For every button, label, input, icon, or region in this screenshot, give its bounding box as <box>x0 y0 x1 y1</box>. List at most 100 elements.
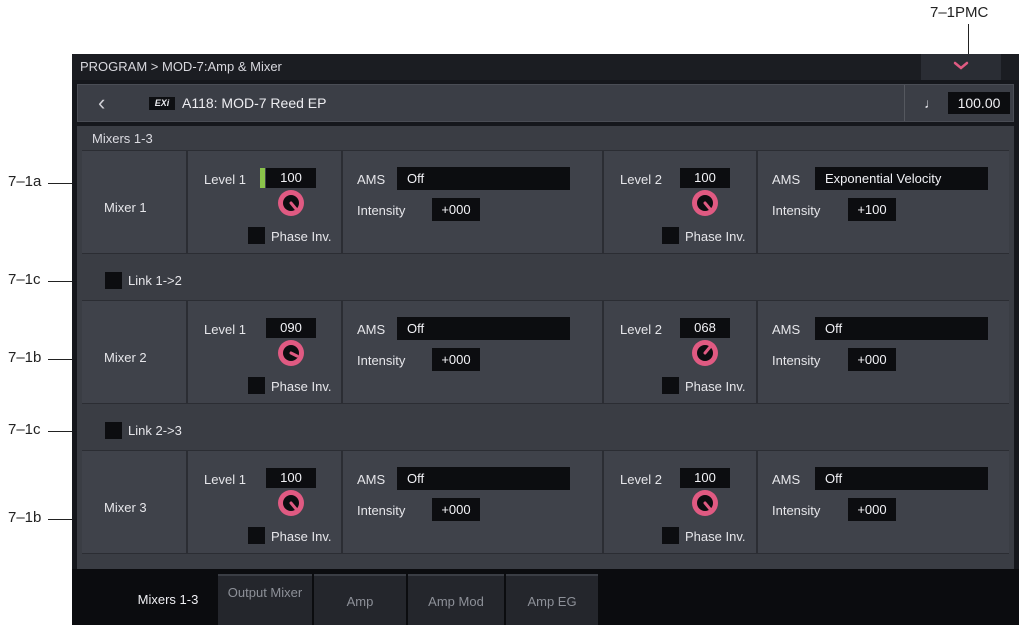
program-name[interactable]: A118: MOD-7 Reed EP <box>182 95 326 111</box>
level2-label: Level 2 <box>620 172 662 187</box>
callout-mixer2: 7–1b <box>8 349 42 366</box>
mixer-label: Mixer 3 <box>104 500 147 515</box>
panel-title: Mixers 1-3 <box>92 131 153 146</box>
ams2-select[interactable]: Off <box>815 467 988 490</box>
phase-inv-label: Phase Inv. <box>271 229 332 244</box>
divider <box>602 301 604 403</box>
mixer-row: Mixer 1 Level 1 100 Phase Inv. AMS Off I… <box>82 150 1009 254</box>
intensity1-value[interactable]: +000 <box>432 198 480 221</box>
program-bar: ‹ EXi A118: MOD-7 Reed EP ♩ 100.00 <box>77 84 1014 122</box>
divider <box>602 451 604 553</box>
tab-mixers-1-3[interactable]: Mixers 1-3 <box>120 574 216 625</box>
ams2-select[interactable]: Exponential Velocity <box>815 167 988 190</box>
intensity1-value[interactable]: +000 <box>432 348 480 371</box>
tab-label: Amp EG <box>527 594 577 609</box>
level1-knob[interactable] <box>276 488 306 518</box>
intensity-label: Intensity <box>772 503 821 518</box>
intensity-label: Intensity <box>357 503 406 518</box>
intensity2-value[interactable]: +100 <box>848 198 896 221</box>
title-bar: PROGRAM > MOD-7:Amp & Mixer <box>72 54 1019 80</box>
quarter-note-icon: ♩ <box>924 95 938 111</box>
link-label: Link 1->2 <box>128 273 182 288</box>
level1-label: Level 1 <box>204 172 246 187</box>
tab-amp-mod[interactable]: Amp Mod <box>408 574 504 625</box>
level2-knob[interactable] <box>690 488 720 518</box>
ams1-select[interactable]: Off <box>397 317 570 340</box>
link-checkbox[interactable] <box>105 272 122 289</box>
ams-label: AMS <box>357 472 386 487</box>
phase-inv-label: Phase Inv. <box>271 529 332 544</box>
phase-inv-checkbox[interactable] <box>662 527 679 544</box>
phase-inv-checkbox[interactable] <box>248 227 265 244</box>
page-title: PROGRAM > MOD-7:Amp & Mixer <box>80 59 282 74</box>
intensity1-value[interactable]: +000 <box>432 498 480 521</box>
mixer-row: Mixer 2 Level 1 090 Phase Inv. AMS Off I… <box>82 300 1009 404</box>
level1-label: Level 1 <box>204 472 246 487</box>
tab-label: Amp Mod <box>428 594 484 609</box>
callout-mixer3: 7–1b <box>8 509 42 526</box>
level1-knob[interactable] <box>276 188 306 218</box>
intensity2-value[interactable]: +000 <box>848 498 896 521</box>
ams1-select[interactable]: Off <box>397 467 570 490</box>
level1-knob[interactable] <box>276 338 306 368</box>
divider <box>341 151 343 253</box>
callout-mixer1: 7–1a <box>8 173 42 190</box>
mixers-panel: Mixers 1-3 Mixer 1 Level 1 100 Phase Inv… <box>77 126 1014 569</box>
tab-output-mixer[interactable]: Output Mixer <box>218 574 312 625</box>
tab-amp-eg[interactable]: Amp EG <box>506 574 598 625</box>
phase-inv-checkbox[interactable] <box>662 377 679 394</box>
level2-value[interactable]: 100 <box>680 168 730 188</box>
level1-label: Level 1 <box>204 322 246 337</box>
level2-knob[interactable] <box>690 188 720 218</box>
level2-label: Level 2 <box>620 322 662 337</box>
level2-value[interactable]: 100 <box>680 468 730 488</box>
phase-inv-label: Phase Inv. <box>685 379 746 394</box>
level2-label: Level 2 <box>620 472 662 487</box>
intensity-label: Intensity <box>357 353 406 368</box>
intensity2-value[interactable]: +000 <box>848 348 896 371</box>
tab-label: Output Mixer <box>227 585 303 600</box>
link-checkbox[interactable] <box>105 422 122 439</box>
tab-label: Amp <box>346 594 374 609</box>
page-menu-button[interactable] <box>921 54 1001 80</box>
ams-label: AMS <box>357 322 386 337</box>
link-row: Link 2->3 <box>82 416 1009 444</box>
divider <box>186 151 188 253</box>
callout-pmc: 7–1PMC <box>930 4 989 21</box>
phase-inv-label: Phase Inv. <box>685 229 746 244</box>
level1-value[interactable]: 090 <box>266 318 316 338</box>
link-label: Link 2->3 <box>128 423 182 438</box>
level1-value[interactable]: 100 <box>266 168 316 188</box>
ams-label: AMS <box>772 472 801 487</box>
phase-inv-checkbox[interactable] <box>248 527 265 544</box>
ams2-select[interactable]: Off <box>815 317 988 340</box>
link-row: Link 1->2 <box>82 266 1009 294</box>
divider <box>756 451 758 553</box>
callout-link2: 7–1c <box>8 421 41 438</box>
synth-screen: PROGRAM > MOD-7:Amp & Mixer ‹ EXi A118: … <box>72 54 1019 625</box>
back-arrow-icon[interactable]: ‹ <box>98 91 105 115</box>
phase-inv-label: Phase Inv. <box>685 529 746 544</box>
phase-inv-checkbox[interactable] <box>662 227 679 244</box>
mixer-label: Mixer 1 <box>104 200 147 215</box>
mixer-row: Mixer 3 Level 1 100 Phase Inv. AMS Off I… <box>82 450 1009 554</box>
tab-label: Mixers 1-3 <box>137 592 199 607</box>
tab-bar: Mixers 1-3 Output Mixer Amp Amp Mod Amp … <box>72 569 1019 625</box>
mixer-label: Mixer 2 <box>104 350 147 365</box>
tempo-field[interactable]: 100.00 <box>948 92 1010 114</box>
divider <box>341 301 343 403</box>
ams-label: AMS <box>772 322 801 337</box>
ams1-select[interactable]: Off <box>397 167 570 190</box>
divider <box>186 301 188 403</box>
phase-inv-label: Phase Inv. <box>271 379 332 394</box>
level1-value[interactable]: 100 <box>266 468 316 488</box>
divider <box>756 301 758 403</box>
phase-inv-checkbox[interactable] <box>248 377 265 394</box>
level2-knob[interactable] <box>690 338 720 368</box>
intensity-label: Intensity <box>772 353 821 368</box>
intensity-label: Intensity <box>357 203 406 218</box>
tab-amp[interactable]: Amp <box>314 574 406 625</box>
exi-badge: EXi <box>149 97 175 110</box>
level2-value[interactable]: 068 <box>680 318 730 338</box>
intensity-label: Intensity <box>772 203 821 218</box>
